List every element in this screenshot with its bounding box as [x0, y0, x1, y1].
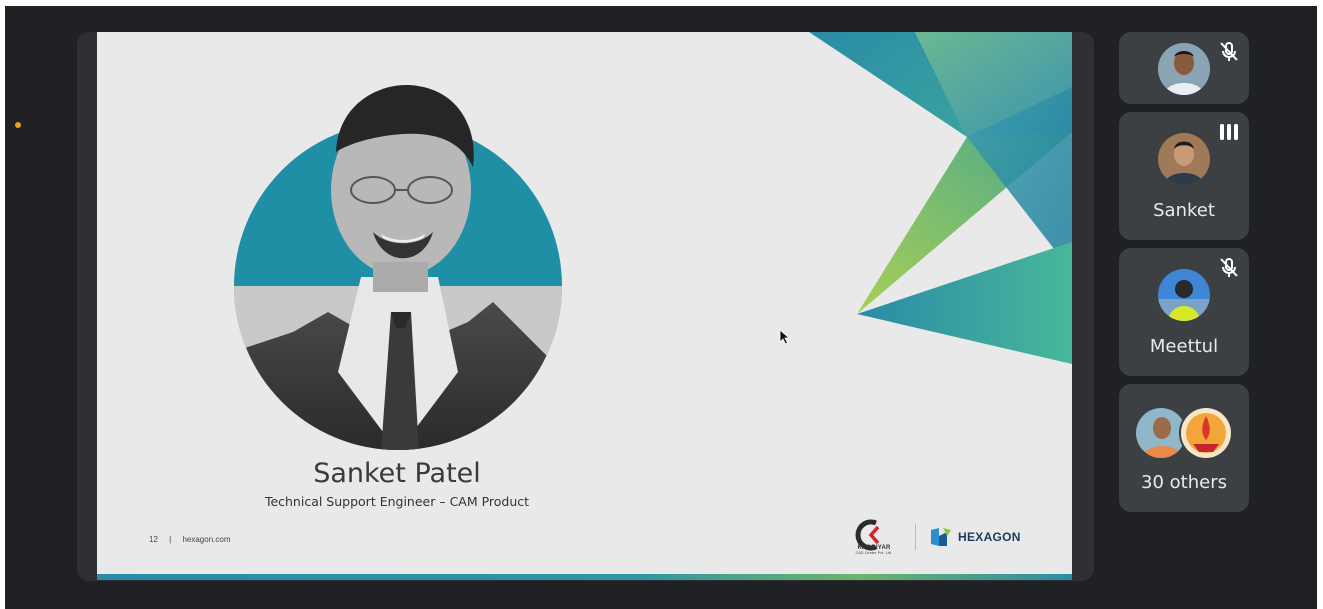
avatar [1158, 43, 1210, 95]
avatar [1158, 269, 1210, 321]
mic-off-icon [1220, 258, 1238, 277]
hexagon-logo-mark [931, 528, 951, 546]
hexagon-logo-text: HEXAGON [958, 530, 1021, 544]
logo-divider [915, 524, 916, 550]
slide-footer: 12 | hexagon.com [149, 535, 239, 544]
participant-name: Meettul [1149, 336, 1219, 357]
status-dot [15, 122, 21, 128]
speaker-title: Technical Support Engineer – CAM Product [264, 494, 530, 509]
mic-off-icon [1220, 42, 1238, 61]
khodiyar-logo-text: KHODIYAR CAD Center Pvt. Ltd. [855, 545, 893, 555]
speaking-indicator-icon [1220, 124, 1238, 140]
slide-accent-bar [97, 574, 1072, 580]
mouse-cursor-icon [779, 329, 791, 345]
page-number: 12 [149, 535, 158, 544]
others-tile[interactable]: 30 others [1119, 384, 1249, 512]
participant-tile[interactable]: Meettul [1119, 248, 1249, 376]
others-count: 30 others [1141, 472, 1227, 493]
footer-separator: | [169, 535, 172, 544]
presentation-slide: Sanket Patel Technical Support Engineer … [97, 32, 1072, 580]
participant-name: Sanket [1153, 200, 1215, 221]
participant-tile[interactable] [1119, 32, 1249, 104]
presentation-stage[interactable]: Sanket Patel Technical Support Engineer … [77, 32, 1094, 581]
avatar [1179, 406, 1233, 460]
speaker-name: Sanket Patel [313, 458, 481, 489]
avatar [1158, 133, 1210, 185]
speaker-portrait [233, 72, 563, 452]
participant-tile[interactable]: Sanket [1119, 112, 1249, 240]
website-text: hexagon.com [182, 535, 231, 544]
meeting-window: Sanket Patel Technical Support Engineer … [5, 6, 1317, 609]
